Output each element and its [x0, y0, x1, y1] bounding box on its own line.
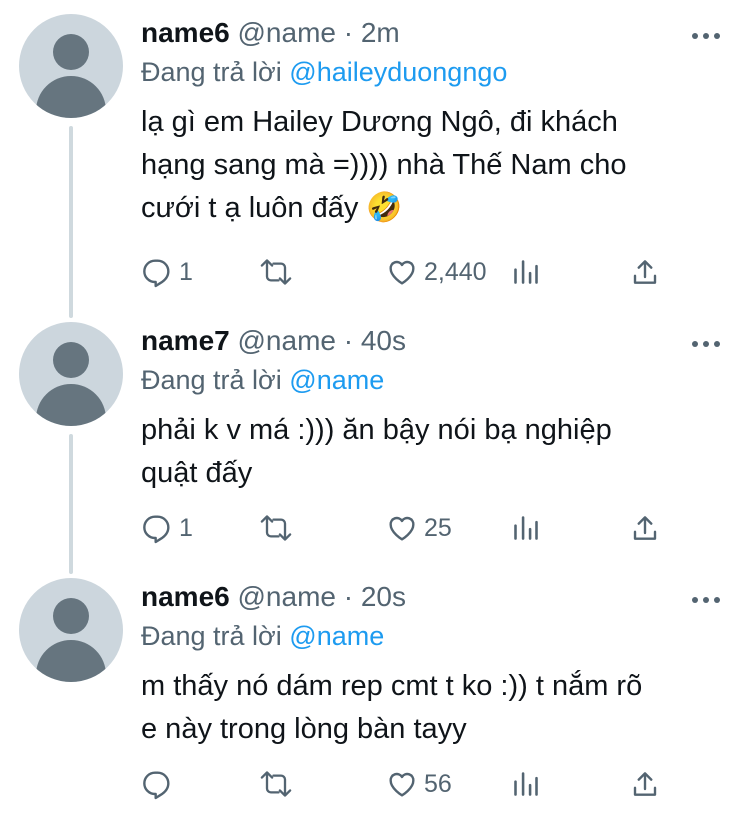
retweet-button[interactable]	[258, 508, 294, 548]
replying-prefix: Đang trả lời	[141, 365, 282, 395]
tweet-text: phải k v má :))) ăn bậy nói bạ nghiệp qu…	[141, 409, 721, 495]
reply-count: 1	[179, 257, 193, 286]
tweet-text: lạ gì em Hailey Dương Ngô, đi khách hạng…	[141, 101, 721, 230]
heart-icon	[389, 772, 415, 797]
avatar-body	[36, 76, 106, 118]
avatar[interactable]	[19, 14, 123, 118]
reply-mention-link[interactable]: @name	[289, 365, 384, 395]
avatar-body	[36, 384, 106, 426]
display-name[interactable]: name6	[141, 17, 230, 48]
views-button[interactable]	[512, 508, 540, 548]
action-bar: 56	[0, 764, 750, 804]
views-button[interactable]	[512, 764, 540, 804]
tweet-text-line: hạng sang mà =)))) nhà Thế Nam cho	[141, 149, 627, 181]
display-name[interactable]: name7	[141, 325, 230, 356]
tweet-text-line: cưới t ạ luôn đấy 🤣	[141, 192, 403, 224]
analytics-icon	[514, 772, 538, 796]
timestamp[interactable]: 20s	[361, 581, 406, 612]
replying-to: Đang trả lời @name	[141, 363, 384, 397]
tweet-text: m thấy nó dám rep cmt t ko :)) t nắm rõ …	[141, 665, 721, 751]
avatar-head	[53, 598, 89, 634]
reply-icon	[143, 771, 170, 800]
user-handle[interactable]: @name	[238, 17, 336, 48]
timestamp[interactable]: 40s	[361, 325, 406, 356]
tweet-text-line: e này trong lòng bàn tayy	[141, 713, 467, 745]
like-count: 56	[424, 769, 452, 798]
tweet-text-line: quật đấy	[141, 457, 253, 489]
retweet-button[interactable]	[258, 764, 294, 804]
more-icon[interactable]	[692, 338, 724, 350]
reply-icon	[143, 259, 170, 288]
action-bar: 1 2,440	[0, 252, 750, 292]
share-icon	[633, 516, 657, 540]
user-handle[interactable]: @name	[238, 581, 336, 612]
heart-icon	[389, 260, 415, 285]
like-count: 25	[424, 513, 452, 542]
share-button[interactable]	[630, 252, 660, 292]
timestamp[interactable]: 2m	[361, 17, 400, 48]
avatar[interactable]	[19, 578, 123, 682]
reply-mention-link[interactable]: @haileyduongngo	[289, 57, 507, 87]
like-count: 2,440	[424, 257, 487, 286]
like-button[interactable]: 56	[386, 764, 452, 804]
reply-button[interactable]: 1	[141, 252, 193, 292]
analytics-icon	[514, 260, 538, 284]
display-name[interactable]: name6	[141, 581, 230, 612]
separator-dot: ·	[343, 581, 354, 612]
reply-button[interactable]	[141, 764, 179, 804]
analytics-icon	[514, 516, 538, 540]
tweet[interactable]: name6 @name · 2m Đang trả lời @haileyduo…	[0, 0, 750, 318]
retweet-button[interactable]	[258, 252, 294, 292]
like-button[interactable]: 25	[386, 508, 452, 548]
reply-count: 1	[179, 513, 193, 542]
views-button[interactable]	[512, 252, 540, 292]
heart-icon	[389, 516, 415, 541]
avatar[interactable]	[19, 322, 123, 426]
tweet-header: name6 @name · 2m	[141, 16, 400, 50]
replying-to: Đang trả lời @name	[141, 619, 384, 653]
retweet-icon	[260, 771, 292, 797]
action-bar: 1 25	[0, 508, 750, 548]
replying-to: Đang trả lời @haileyduongngo	[141, 55, 507, 89]
tweet-header: name7 @name · 40s	[141, 324, 406, 358]
separator-dot: ·	[343, 17, 354, 48]
retweet-icon	[260, 515, 292, 541]
tweet-text-line: phải k v má :))) ăn bậy nói bạ nghiệp	[141, 414, 612, 446]
tweet[interactable]: name6 @name · 20s Đang trả lời @name m t…	[0, 574, 750, 815]
more-icon[interactable]	[692, 594, 724, 606]
retweet-icon	[260, 259, 292, 285]
avatar-head	[53, 34, 89, 70]
tweet-text-line: m thấy nó dám rep cmt t ko :)) t nắm rõ	[141, 670, 643, 702]
user-handle[interactable]: @name	[238, 325, 336, 356]
tweet[interactable]: name7 @name · 40s Đang trả lời @name phả…	[0, 318, 750, 574]
tweet-text-line: lạ gì em Hailey Dương Ngô, đi khách	[141, 106, 618, 138]
like-button[interactable]: 2,440	[386, 252, 487, 292]
tweet-header: name6 @name · 20s	[141, 580, 406, 614]
share-button[interactable]	[630, 508, 660, 548]
separator-dot: ·	[343, 325, 354, 356]
avatar-body	[36, 640, 106, 682]
reply-mention-link[interactable]: @name	[289, 621, 384, 651]
share-icon	[633, 260, 657, 284]
share-button[interactable]	[630, 764, 660, 804]
more-icon[interactable]	[692, 30, 724, 42]
replying-prefix: Đang trả lời	[141, 621, 282, 651]
reply-button[interactable]: 1	[141, 508, 193, 548]
replying-prefix: Đang trả lời	[141, 57, 282, 87]
share-icon	[633, 772, 657, 796]
reply-icon	[143, 515, 170, 544]
avatar-head	[53, 342, 89, 378]
